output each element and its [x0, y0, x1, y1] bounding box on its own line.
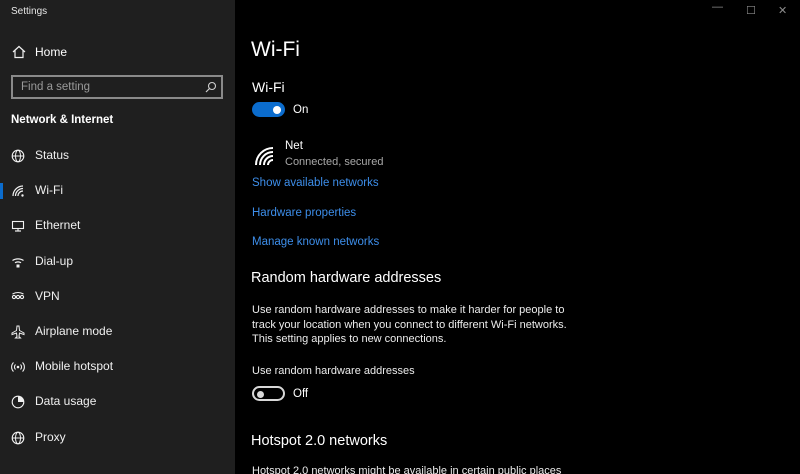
wifi-signal-icon[interactable]: [254, 146, 276, 166]
sidebar-item-mobile-hotspot[interactable]: Mobile hotspot: [0, 349, 235, 384]
sidebar-item-label: VPN: [35, 288, 60, 303]
ethernet-icon: [11, 221, 25, 232]
sidebar-item-label: Mobile hotspot: [35, 359, 114, 374]
sidebar-item-label: Ethernet: [35, 218, 81, 233]
sidebar-item-label: Proxy: [35, 429, 66, 444]
home-label: Home: [35, 45, 68, 59]
app-title: Settings: [11, 6, 48, 17]
search-input[interactable]: Find a setting: [11, 75, 223, 99]
wifi-icon: [12, 185, 24, 197]
sidebar-item-status[interactable]: Status: [0, 138, 235, 173]
sidebar-item-dialup[interactable]: Dial-up: [0, 244, 235, 279]
network-status: Connected, secured: [285, 156, 384, 168]
random-hw-toggle[interactable]: [252, 386, 285, 401]
search-icon: [205, 81, 217, 93]
section-title: Network & Internet: [11, 114, 114, 126]
sidebar-item-label: Dial-up: [35, 253, 74, 268]
home-icon: [12, 45, 26, 59]
wifi-toggle-state: On: [293, 104, 309, 116]
vpn-icon: [11, 291, 25, 299]
sidebar-item-label: Wi-Fi: [35, 183, 63, 198]
sidebar-item-label: Status: [35, 148, 70, 162]
home-nav-item[interactable]: Home: [0, 40, 235, 64]
sidebar: Settings Home Find a setting Network & I…: [0, 0, 235, 474]
wifi-section-title: Wi-Fi: [252, 79, 285, 95]
show-available-networks-link[interactable]: Show available networks: [252, 177, 379, 189]
hardware-properties-link[interactable]: Hardware properties: [252, 207, 356, 219]
random-hw-option-label: Use random hardware addresses: [252, 365, 415, 377]
sidebar-item-airplane-mode[interactable]: Airplane mode: [0, 314, 235, 349]
hotspot-icon: [11, 362, 25, 373]
hotspot-description: Hotspot 2.0 networks might be available …: [252, 465, 562, 474]
dialup-icon: [12, 257, 24, 268]
network-name[interactable]: Net: [285, 140, 303, 152]
toggle-knob: [273, 105, 281, 114]
search-placeholder: Find a setting: [21, 81, 91, 93]
manage-known-networks-link[interactable]: Manage known networks: [252, 236, 379, 248]
sidebar-item-wifi[interactable]: Wi-Fi: [0, 173, 235, 208]
globe-icon: [11, 431, 25, 444]
sidebar-item-ethernet[interactable]: Ethernet: [0, 208, 235, 243]
sidebar-item-label: Airplane mode: [35, 323, 113, 338]
page-title: Wi-Fi: [251, 38, 300, 61]
random-hw-heading: Random hardware addresses: [251, 270, 442, 286]
sidebar-item-proxy[interactable]: Proxy: [0, 420, 235, 455]
hotspot-heading: Hotspot 2.0 networks: [251, 433, 388, 449]
random-hw-description: Use random hardware addresses to make it…: [252, 304, 567, 345]
wifi-toggle[interactable]: [252, 102, 285, 117]
sidebar-item-vpn[interactable]: VPN: [0, 279, 235, 314]
sidebar-item-data-usage[interactable]: Data usage: [0, 384, 235, 419]
main-content: Wi-Fi Wi-Fi On Net Connected, secured Sh…: [235, 0, 800, 474]
airplane-icon: [11, 325, 25, 339]
sidebar-nav: Status Wi-Fi Ethernet Dial-up VPN Airpla…: [0, 138, 235, 455]
toggle-knob: [257, 390, 264, 398]
sidebar-item-label: Data usage: [35, 394, 97, 409]
data-usage-icon: [11, 395, 25, 409]
random-hw-toggle-state: Off: [293, 388, 309, 400]
globe-icon: [11, 149, 25, 163]
